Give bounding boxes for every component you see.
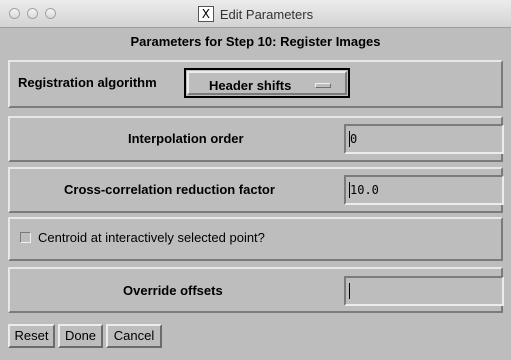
centroid-checkbox[interactable] [20,232,31,243]
registration-algorithm-row: Registration algorithm Header shifts [8,60,503,108]
centroid-row: Centroid at interactively selected point… [8,217,503,261]
centroid-label: Centroid at interactively selected point… [38,230,265,245]
menu-indicator-icon [315,83,331,88]
override-offsets-input[interactable] [350,282,490,300]
override-offsets-label: Override offsets [123,283,223,298]
window-title: Edit Parameters [219,6,314,22]
interpolation-order-field[interactable] [344,124,504,154]
interpolation-order-input[interactable] [350,130,490,148]
cross-correlation-row: Cross-correlation reduction factor [8,167,504,213]
override-offsets-field[interactable] [344,276,504,306]
dialog-heading: Parameters for Step 10: Register Images [130,34,381,49]
reset-button[interactable]: Reset [8,324,55,348]
cross-correlation-field[interactable] [344,175,504,205]
registration-algorithm-menu[interactable]: Header shifts [184,68,350,98]
cross-correlation-input[interactable] [350,181,490,199]
interpolation-order-row: Interpolation order [8,116,504,162]
interpolation-order-label: Interpolation order [128,131,244,146]
registration-algorithm-value: Header shifts [209,78,292,93]
cross-correlation-label: Cross-correlation reduction factor [64,182,275,197]
title-bar: X Edit Parameters [0,0,511,28]
registration-algorithm-label: Registration algorithm [18,75,157,90]
override-offsets-row: Override offsets [8,267,504,313]
edit-parameters-dialog: Parameters for Step 10: Register Images … [0,28,511,360]
x11-icon: X [197,6,214,22]
cancel-button[interactable]: Cancel [106,324,162,348]
done-button[interactable]: Done [58,324,103,348]
